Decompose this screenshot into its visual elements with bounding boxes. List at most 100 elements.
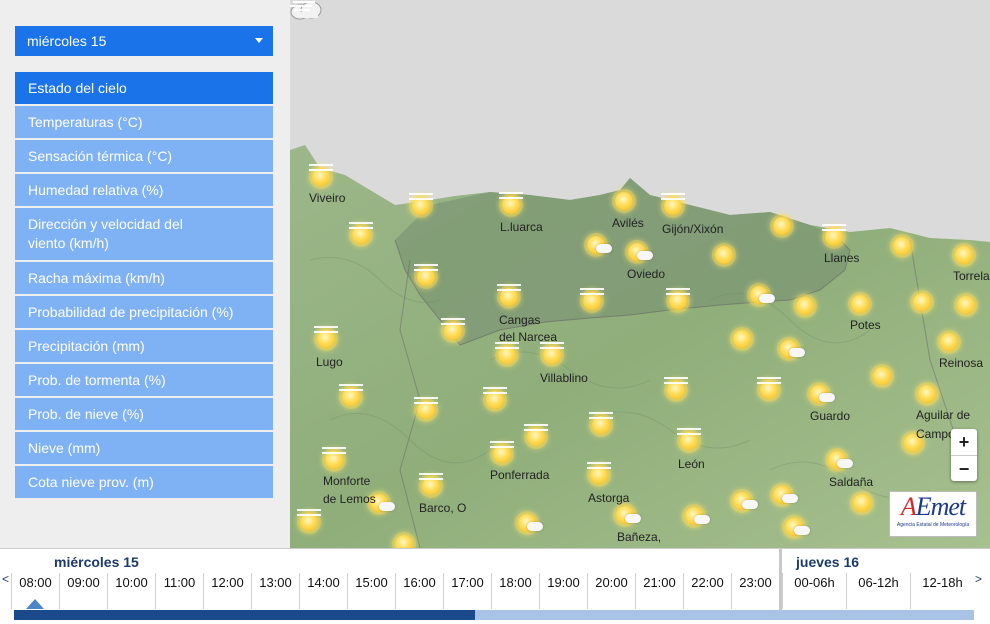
hour-slot[interactable]: 18:00 [491, 573, 539, 609]
hour-slot[interactable]: 15:00 [347, 573, 395, 609]
menu-item-racha[interactable]: Racha máxima (km/h) [15, 262, 273, 294]
hour-slot[interactable]: 11:00 [155, 573, 203, 609]
place-label: Lugo [316, 355, 343, 369]
hour-slot[interactable]: 20:00 [587, 573, 635, 609]
sun-icon [322, 447, 346, 469]
menu-item-label: Prob. de nieve (%) [28, 405, 144, 422]
sun-icon [414, 397, 438, 419]
menu-item-prob-tormenta[interactable]: Prob. de tormenta (%) [15, 364, 273, 396]
hour-label: 18:00 [499, 575, 532, 590]
menu-item-viento[interactable]: Dirección y velocidad del viento (km/h) [15, 208, 273, 260]
sun-icon [851, 295, 869, 313]
hour-slot[interactable]: 14:00 [299, 573, 347, 609]
hour-slot[interactable]: 23:00 [731, 573, 779, 609]
place-label: Bañeza, [617, 530, 662, 544]
menu-item-label: Estado del cielo [28, 79, 127, 96]
hour-label: 10:00 [115, 575, 148, 590]
hour-label: 13:00 [259, 575, 292, 590]
place-label: Campo [916, 427, 955, 441]
place-label: Aguilar de [916, 408, 971, 422]
place-label: Barco, O [419, 501, 467, 515]
logo-letters: Emet [915, 492, 966, 521]
timeline-prev-button[interactable]: < [2, 572, 9, 586]
sun-cloud-icon [773, 486, 798, 504]
day-select-dropdown[interactable]: miércoles 15 [15, 26, 273, 56]
sun-cloud-icon [780, 340, 805, 358]
menu-item-label: Temperaturas (°C) [28, 113, 143, 130]
sun-icon [677, 428, 701, 450]
menu-item-precipitacion[interactable]: Precipitación (mm) [15, 330, 273, 362]
sun-cloud-icon [810, 385, 835, 403]
aemet-logo-wordmark: AEmet [890, 492, 976, 522]
place-label: Torrela [953, 269, 990, 283]
sun-icon [314, 326, 338, 348]
sun-icon [661, 193, 685, 215]
sun-icon [499, 192, 523, 214]
timeline-next-button[interactable]: > [975, 572, 982, 586]
hour-slot[interactable]: 19:00 [539, 573, 587, 609]
day-select-value: miércoles 15 [27, 33, 107, 49]
place-label: Potes [850, 318, 881, 332]
sun-icon [913, 293, 931, 311]
sun-icon [733, 330, 751, 348]
sun-icon [918, 385, 936, 403]
place-label: Villablino [540, 371, 588, 385]
sun-icon [893, 237, 911, 255]
fog-icon [290, 1, 315, 11]
sun-icon [483, 387, 507, 409]
hour-slot[interactable]: 21:00 [635, 573, 683, 609]
place-label: Guardo [810, 409, 851, 423]
menu-item-humedad[interactable]: Humedad relativa (%) [15, 174, 273, 206]
place-label: Oviedo [627, 267, 666, 281]
sidebar: miércoles 15 Estado del cielo Temperatur… [0, 0, 290, 548]
sun-cloud-icon [733, 492, 758, 510]
hour-label: 20:00 [595, 575, 628, 590]
sun-icon [490, 441, 514, 463]
hour-slot[interactable]: 16:00 [395, 573, 443, 609]
place-label: Llanes [824, 251, 860, 265]
sun-icon [441, 318, 465, 340]
range-label: 00-06h [794, 575, 835, 590]
aemet-logo[interactable]: AEmet Agencia Estatal de Meteorología [889, 491, 977, 537]
menu-item-prob-nieve[interactable]: Prob. de nieve (%) [15, 398, 273, 430]
menu-item-nieve[interactable]: Nieve (mm) [15, 432, 273, 464]
range-slot[interactable]: 06-12h [846, 573, 910, 609]
weather-map[interactable]: Viveiro L.luarca Avilés Gijón/Xixón Ovie… [290, 0, 990, 548]
hour-slot[interactable]: 10:00 [107, 573, 155, 609]
sun-cloud-icon [616, 506, 641, 524]
sun-icon [615, 192, 633, 210]
range-slot[interactable]: 12-18h [910, 573, 974, 609]
hour-label: 19:00 [547, 575, 580, 590]
sun-icon [773, 217, 791, 235]
hour-slot[interactable]: 12:00 [203, 573, 251, 609]
sun-cloud-icon [750, 286, 775, 304]
menu-item-cota-nieve[interactable]: Cota nieve prov. (m) [15, 466, 273, 498]
sun-icon [853, 494, 871, 512]
variable-menu: Estado del cielo Temperaturas (°C) Sensa… [15, 72, 273, 500]
sun-icon [587, 462, 611, 484]
place-label: L.luarca [500, 220, 543, 234]
menu-item-estado-cielo[interactable]: Estado del cielo [15, 72, 273, 104]
sun-cloud-icon [518, 514, 543, 532]
day-label-1: miércoles 15 [54, 554, 139, 570]
menu-item-sensacion-termica[interactable]: Sensación térmica (°C) [15, 140, 273, 172]
range-slot[interactable]: 00-06h [782, 573, 846, 609]
hour-slot[interactable]: 09:00 [59, 573, 107, 609]
range-label: 12-18h [922, 575, 963, 590]
hour-slot[interactable]: 22:00 [683, 573, 731, 609]
sun-icon [664, 377, 688, 399]
sun-icon [309, 164, 333, 186]
zoom-out-button[interactable]: − [951, 455, 977, 481]
sun-icon [497, 284, 521, 306]
menu-item-prob-precipitacion[interactable]: Probabilidad de precipitación (%) [15, 296, 273, 328]
sun-icon [419, 473, 443, 495]
sun-icon [409, 193, 433, 215]
place-label: Saldaña [829, 475, 874, 489]
menu-item-temperaturas[interactable]: Temperaturas (°C) [15, 106, 273, 138]
zoom-in-button[interactable]: + [951, 429, 977, 455]
menu-item-label: Nieve (mm) [28, 439, 101, 456]
hour-slot[interactable]: 17:00 [443, 573, 491, 609]
sun-icon [339, 384, 363, 406]
hour-label: 23:00 [739, 575, 772, 590]
hour-slot[interactable]: 13:00 [251, 573, 299, 609]
